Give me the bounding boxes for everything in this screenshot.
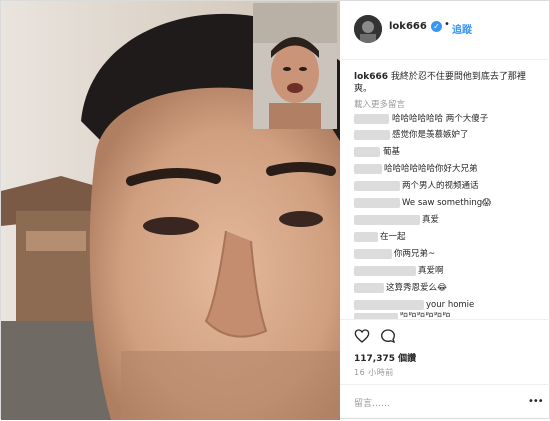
caption: lok666 我終於忍不住要問他到底去了那裡爽。 (354, 71, 542, 95)
blurred-username (354, 232, 378, 242)
post-timestamp[interactable]: 16 小時前 (354, 367, 394, 378)
post-header: lok666 ✓ • 追蹤 (340, 1, 550, 60)
blurred-username (354, 283, 384, 293)
comment-row: 葡基 (354, 146, 544, 158)
video-call-inset (253, 3, 337, 129)
comment-text: 两个男人的视频通话 (402, 181, 479, 191)
caption-username[interactable]: lok666 (354, 72, 388, 82)
load-more-comments-link[interactable]: 載入更多留言 (354, 98, 405, 110)
comment-text: 哈哈哈哈哈哈你好大兄弟 (384, 164, 478, 174)
comment-text: 葡基 (383, 147, 401, 157)
blurred-username (354, 181, 400, 191)
comment-text: 哈哈哈哈哈哈 两个大傻子 (392, 114, 489, 124)
blurred-username (354, 300, 424, 310)
blurred-username (354, 198, 400, 208)
follow-button[interactable]: 追蹤 (452, 21, 472, 36)
blurred-username (354, 164, 382, 174)
comment-text: 这算秀恩爱么😂 (386, 283, 447, 293)
instagram-post: lok666 ✓ • 追蹤 lok666 我終於忍不住要問他到底去了那裡爽。 載… (0, 0, 550, 420)
username-link[interactable]: lok666 (389, 21, 427, 32)
more-icon[interactable]: ••• (528, 396, 544, 407)
comment-text: We saw something😱 (402, 198, 491, 208)
comment-row: 这算秀恩爱么😂 (354, 282, 544, 294)
like-count[interactable]: 117,375 個讚 (354, 351, 416, 364)
comment-row: 在一起 (354, 231, 544, 243)
comment-row: your homie (354, 299, 544, 311)
blurred-username (354, 130, 390, 140)
comment-row: 真爱 (354, 214, 544, 226)
avatar[interactable] (354, 15, 382, 43)
comment-text: 在一起 (380, 232, 406, 242)
comment-row: 哈哈哈哈哈哈 两个大傻子 (354, 113, 544, 125)
separator-dot: • (444, 19, 450, 30)
comment-row: 两个男人的视频通话 (354, 180, 544, 192)
comment-row: We saw something😱 (354, 197, 544, 209)
post-sidebar: lok666 ✓ • 追蹤 lok666 我終於忍不住要問他到底去了那裡爽。 載… (340, 1, 550, 420)
inset-photo (253, 3, 337, 129)
blurred-username (354, 249, 392, 259)
comment-text: your homie (426, 300, 475, 310)
blurred-username (354, 266, 416, 276)
comment-row: 哈哈哈哈哈哈你好大兄弟 (354, 163, 544, 175)
avatar-image (354, 15, 382, 43)
blurred-username (354, 147, 380, 157)
comment-row: 你两兄弟~ (354, 248, 544, 260)
comment-text: 真爱 (422, 215, 440, 225)
comment-row: 真爱啊 (354, 265, 544, 277)
post-photo[interactable] (1, 1, 340, 420)
heart-icon[interactable] (354, 328, 370, 344)
blurred-username (354, 215, 420, 225)
comment-text: 你两兄弟~ (394, 249, 436, 259)
verified-icon: ✓ (431, 21, 442, 32)
comment-input-bar: 留言…… ••• (340, 384, 550, 421)
comment-text: 真爱啊 (418, 266, 444, 276)
comment-input[interactable]: 留言…… (354, 396, 390, 409)
action-bar (340, 319, 550, 344)
comment-icon[interactable] (380, 328, 396, 344)
comment-text: 感觉你是羡慕嫉妒了 (392, 130, 469, 140)
blurred-username (354, 114, 389, 124)
comment-row: 感觉你是羡慕嫉妒了 (354, 129, 544, 141)
